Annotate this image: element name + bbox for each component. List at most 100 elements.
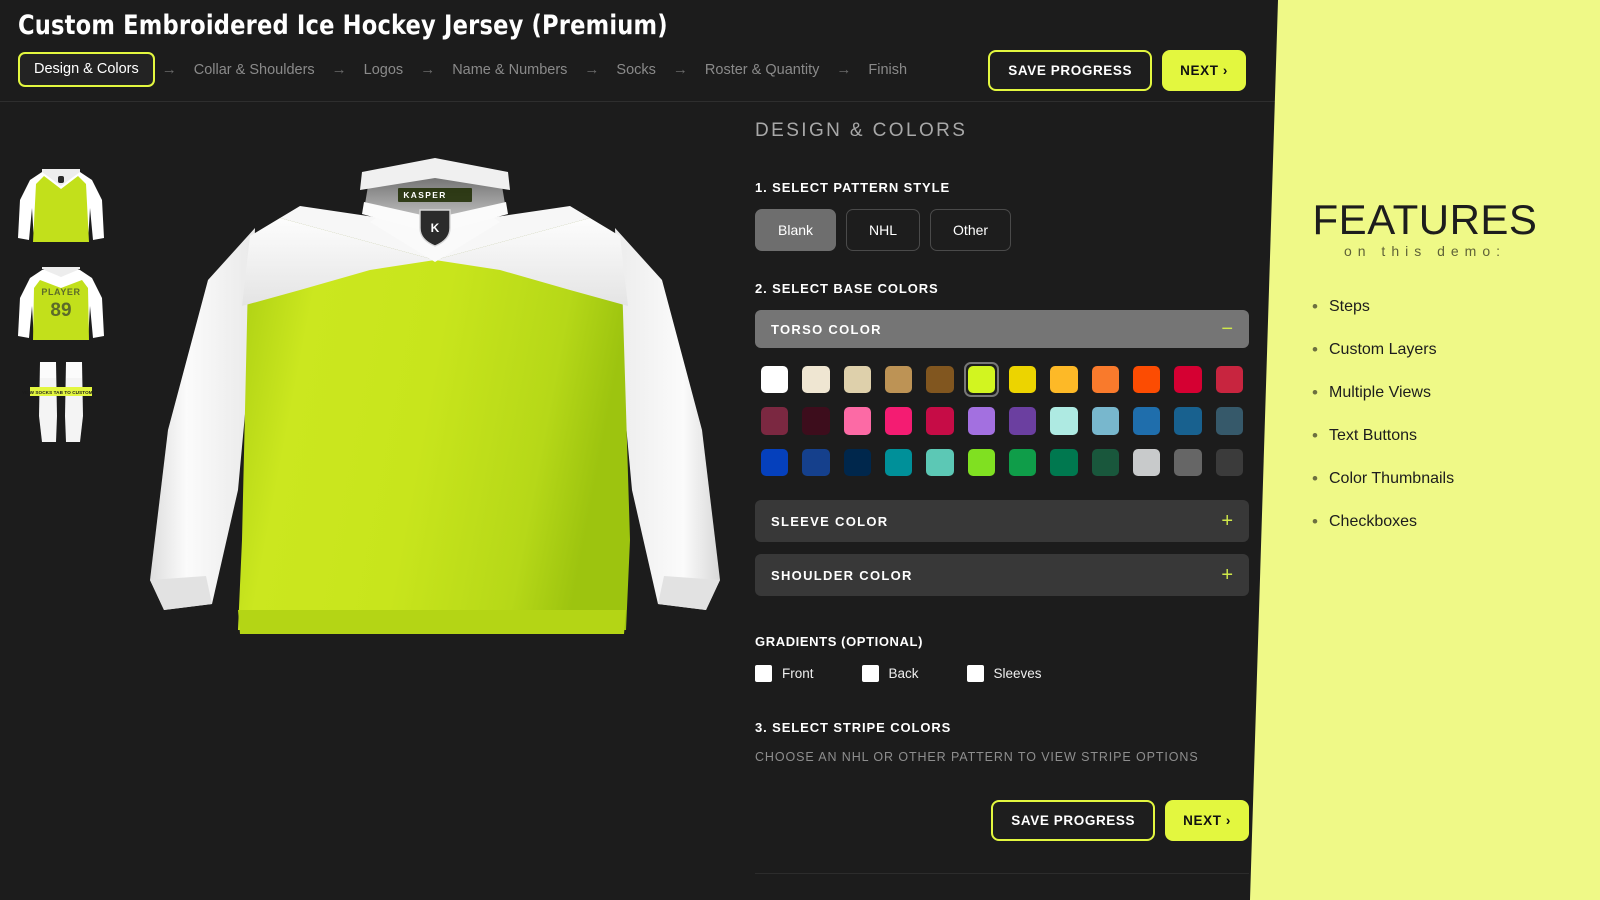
torso-swatch-25[interactable] — [802, 448, 830, 477]
torso-swatch-wrap-2[interactable] — [840, 362, 875, 397]
torso-swatch-wrap-0[interactable] — [757, 362, 792, 397]
pattern-option-nhl[interactable]: NHL — [846, 209, 921, 251]
torso-swatch-10[interactable] — [1174, 366, 1202, 394]
torso-swatch-wrap-11[interactable] — [1212, 362, 1247, 397]
accordion-sleeve-header[interactable]: SLEEVE COLOR + — [755, 500, 1249, 543]
torso-swatch-wrap-18[interactable] — [1005, 403, 1040, 438]
gradient-option-sleeves[interactable]: Sleeves — [966, 665, 1042, 683]
torso-swatch-wrap-5[interactable] — [963, 362, 1000, 398]
torso-swatch-31[interactable] — [1050, 448, 1078, 477]
torso-swatch-wrap-9[interactable] — [1129, 362, 1164, 397]
torso-swatch-wrap-34[interactable] — [1170, 445, 1205, 480]
torso-swatch-wrap-19[interactable] — [1046, 403, 1081, 438]
torso-swatch-12[interactable] — [761, 407, 789, 435]
accordion-torso-header[interactable]: TORSO COLOR − — [755, 310, 1249, 348]
torso-swatch-wrap-27[interactable] — [881, 445, 916, 480]
save-progress-button-bottom[interactable]: SAVE PROGRESS — [991, 800, 1156, 842]
save-progress-button-top[interactable]: SAVE PROGRESS — [988, 50, 1153, 91]
torso-swatch-wrap-16[interactable] — [922, 403, 957, 438]
step-name-numbers[interactable]: Name & Numbers — [442, 53, 577, 87]
checkbox-front[interactable] — [755, 665, 772, 683]
next-button-bottom[interactable]: NEXT › — [1165, 800, 1249, 842]
torso-swatch-7[interactable] — [1050, 366, 1078, 394]
minus-icon[interactable]: − — [1221, 319, 1233, 339]
pattern-option-other[interactable]: Other — [930, 209, 1012, 251]
torso-swatch-18[interactable] — [1009, 407, 1037, 435]
gradient-option-back[interactable]: Back — [861, 665, 919, 683]
torso-swatch-wrap-35[interactable] — [1212, 445, 1247, 480]
torso-swatch-wrap-22[interactable] — [1170, 403, 1205, 438]
torso-swatch-3[interactable] — [885, 366, 913, 394]
torso-swatch-5[interactable] — [967, 366, 996, 394]
torso-swatch-23[interactable] — [1215, 407, 1244, 435]
torso-swatch-wrap-6[interactable] — [1005, 362, 1040, 397]
torso-swatch-1[interactable] — [802, 366, 830, 394]
step-collar-shoulders[interactable]: Collar & Shoulders — [184, 53, 325, 87]
plus-icon-shoulder[interactable]: + — [1221, 565, 1233, 585]
checkbox-back[interactable] — [861, 665, 879, 683]
torso-swatch-19[interactable] — [1050, 407, 1078, 435]
torso-swatch-wrap-3[interactable] — [881, 362, 916, 397]
torso-swatch-wrap-33[interactable] — [1129, 445, 1164, 480]
torso-swatch-wrap-31[interactable] — [1046, 445, 1081, 480]
torso-swatch-28[interactable] — [926, 448, 954, 477]
torso-swatch-30[interactable] — [1009, 448, 1037, 477]
torso-swatch-9[interactable] — [1133, 366, 1161, 394]
torso-swatch-wrap-12[interactable] — [757, 403, 792, 438]
pattern-option-blank[interactable]: Blank — [755, 209, 837, 251]
torso-swatch-6[interactable] — [1009, 366, 1037, 394]
torso-swatch-33[interactable] — [1133, 448, 1161, 477]
step-design-colors[interactable]: Design & Colors — [18, 52, 155, 87]
torso-swatch-34[interactable] — [1174, 448, 1202, 477]
torso-swatch-wrap-23[interactable] — [1212, 403, 1247, 438]
torso-swatch-14[interactable] — [843, 407, 872, 435]
torso-swatch-wrap-13[interactable] — [798, 403, 833, 438]
torso-swatch-24[interactable] — [761, 448, 789, 477]
accordion-shoulder-header[interactable]: SHOULDER COLOR + — [755, 554, 1249, 597]
torso-swatch-wrap-24[interactable] — [757, 445, 792, 480]
torso-swatch-wrap-25[interactable] — [798, 445, 833, 480]
torso-swatch-wrap-1[interactable] — [798, 362, 833, 397]
torso-swatch-35[interactable] — [1215, 448, 1244, 477]
torso-swatch-8[interactable] — [1091, 366, 1120, 394]
torso-swatch-21[interactable] — [1133, 407, 1161, 435]
thumbnail-back-view[interactable]: PLAYER 89 — [12, 258, 110, 350]
torso-swatch-wrap-4[interactable] — [922, 362, 957, 397]
torso-swatch-32[interactable] — [1091, 448, 1120, 477]
torso-swatch-4[interactable] — [926, 366, 954, 394]
torso-swatch-16[interactable] — [926, 407, 954, 435]
torso-swatch-wrap-29[interactable] — [964, 445, 999, 480]
torso-swatch-wrap-17[interactable] — [964, 403, 999, 438]
step-finish[interactable]: Finish — [858, 53, 917, 87]
torso-swatch-22[interactable] — [1174, 407, 1202, 435]
torso-swatch-29[interactable] — [967, 448, 996, 477]
torso-swatch-wrap-8[interactable] — [1088, 362, 1123, 397]
checkbox-sleeves[interactable] — [966, 665, 984, 683]
step-roster-quantity[interactable]: Roster & Quantity — [695, 53, 829, 87]
torso-swatch-2[interactable] — [843, 366, 872, 394]
torso-swatch-0[interactable] — [761, 366, 789, 394]
torso-swatch-wrap-20[interactable] — [1088, 403, 1123, 438]
torso-swatch-13[interactable] — [802, 407, 830, 435]
torso-swatch-26[interactable] — [843, 448, 872, 477]
torso-swatch-wrap-28[interactable] — [922, 445, 957, 480]
torso-swatch-wrap-14[interactable] — [840, 403, 875, 438]
torso-swatch-wrap-30[interactable] — [1005, 445, 1040, 480]
torso-swatch-wrap-32[interactable] — [1088, 445, 1123, 480]
next-button-top[interactable]: NEXT › — [1162, 50, 1246, 91]
torso-swatch-wrap-21[interactable] — [1129, 403, 1164, 438]
jersey-preview[interactable]: KASPER K — [130, 110, 740, 790]
plus-icon-sleeve[interactable]: + — [1221, 511, 1233, 531]
torso-swatch-11[interactable] — [1215, 366, 1244, 394]
thumbnail-front-view[interactable] — [12, 160, 110, 252]
torso-swatch-wrap-7[interactable] — [1046, 362, 1081, 397]
torso-swatch-15[interactable] — [885, 407, 913, 435]
torso-swatch-17[interactable] — [967, 407, 996, 435]
thumbnail-socks-view[interactable]: VIEW SOCKS TAB TO CUSTOMIZE — [12, 356, 110, 448]
torso-swatch-wrap-10[interactable] — [1170, 362, 1205, 397]
gradient-option-front[interactable]: Front — [755, 665, 814, 683]
torso-swatch-wrap-26[interactable] — [840, 445, 875, 480]
step-logos[interactable]: Logos — [354, 53, 414, 87]
torso-swatch-20[interactable] — [1091, 407, 1120, 435]
step-socks[interactable]: Socks — [606, 53, 666, 87]
